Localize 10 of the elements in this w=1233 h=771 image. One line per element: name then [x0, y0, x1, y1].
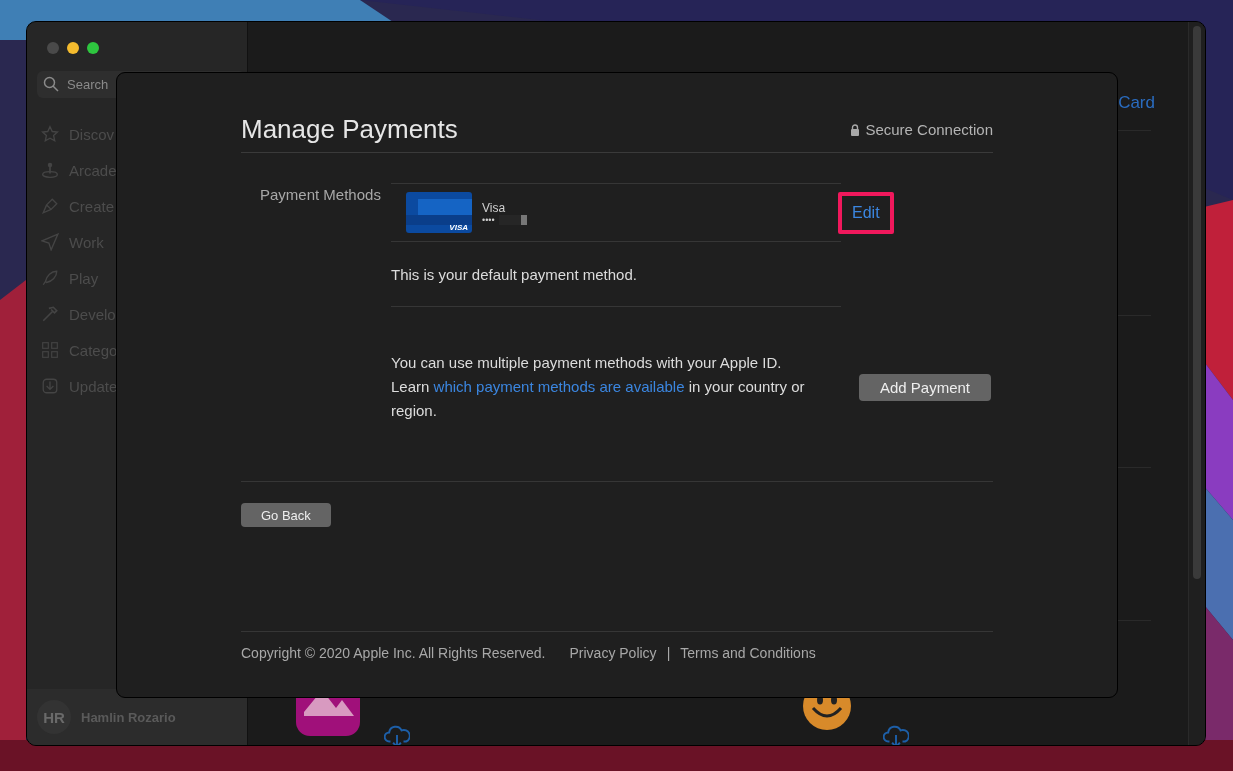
dialog-title: Manage Payments — [241, 114, 458, 145]
section-label: Payment Methods — [259, 185, 382, 205]
card-name: Visa — [482, 200, 507, 215]
card-number: •••• — [482, 214, 495, 225]
default-note: This is your default payment method. — [391, 265, 637, 283]
visa-logo: VISA — [449, 223, 468, 232]
secure-connection-label: Secure Connection — [865, 121, 993, 138]
info-text: You can use multiple payment methods with your Apple ID. Learn which payment methods are available in your country or region. — [391, 353, 806, 421]
separator: | — [666, 645, 671, 661]
copyright-text: Copyright © 2020 Apple Inc. All Rights Reserved. — [241, 645, 546, 661]
